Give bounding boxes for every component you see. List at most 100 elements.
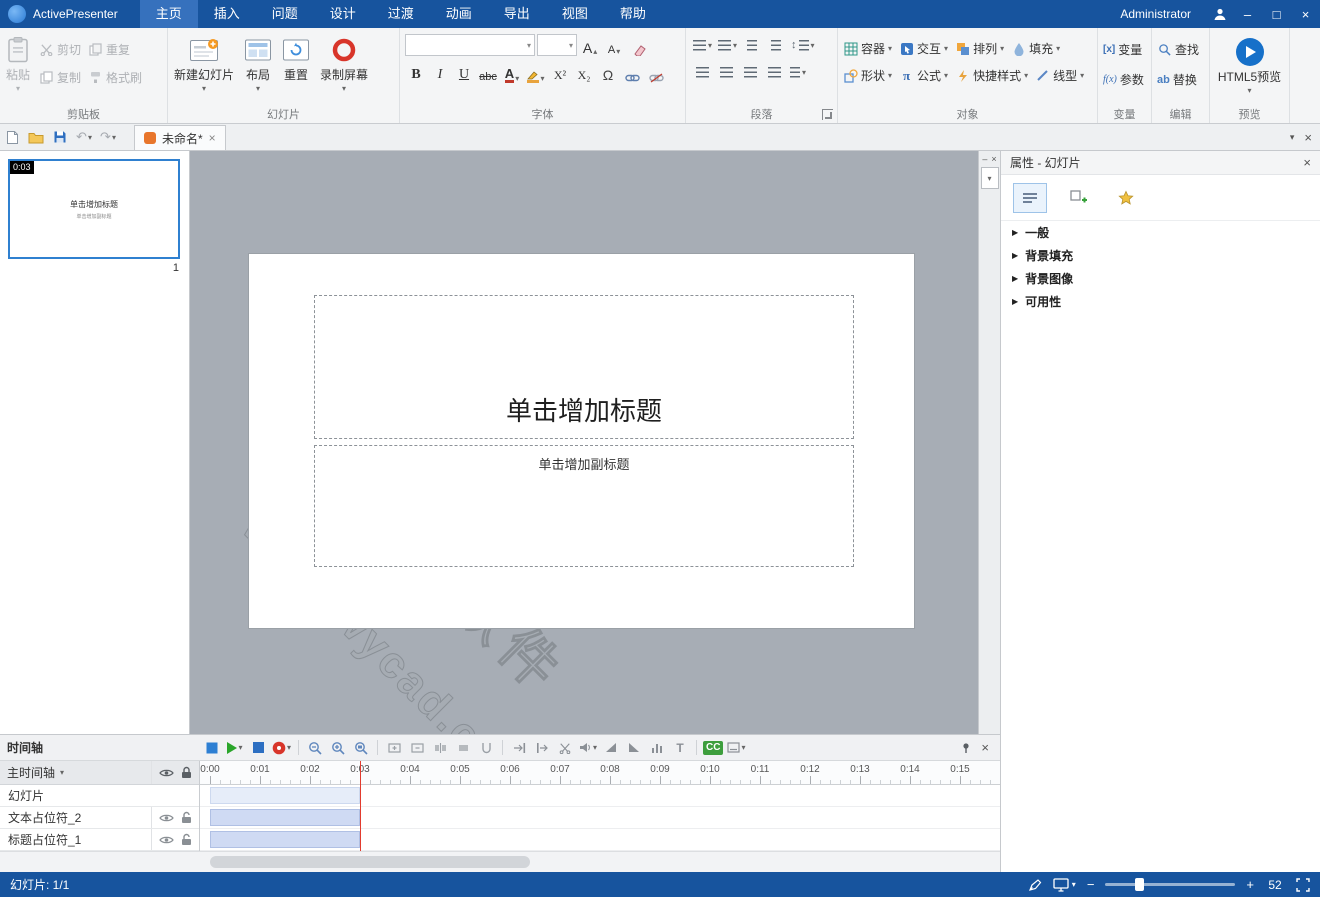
slide-editing-area[interactable]: 单击增加标题 单击增加副标题 [248,253,915,629]
interaction-button[interactable]: 交互▾ [896,37,951,60]
transition-in-button[interactable] [509,737,529,759]
save-button[interactable] [48,124,72,150]
canvas-scroll-dropdown[interactable]: ▾ [981,167,999,189]
document-tab[interactable]: 未命名* × [134,125,226,150]
props-tab-style-button[interactable] [1013,183,1047,213]
zoom-out-icon[interactable]: − [1087,877,1095,892]
container-button[interactable]: 容器▾ [840,37,895,60]
unlock-icon[interactable] [181,833,192,846]
tab-export[interactable]: 导出 [488,0,546,28]
timeline-close-icon[interactable]: × [981,740,989,755]
account-icon[interactable] [1207,0,1233,28]
undo-button[interactable]: ↶ ▾ [72,124,96,150]
arrange-button[interactable]: 排列▾ [952,37,1007,60]
text-placeholder-bar[interactable] [210,809,360,826]
text-caption-button[interactable]: T [670,737,690,759]
reset-button[interactable]: 重置 [278,33,314,95]
zoom-in-icon[interactable]: + [1246,877,1254,892]
tab-questions[interactable]: 问题 [256,0,314,28]
slide-thumbnail[interactable]: 0:03 单击增加标题 单击增加副标题 [8,159,180,259]
align-justify-button[interactable] [763,61,785,83]
hyperlink-button[interactable] [621,61,643,83]
layout-button[interactable]: 布局 ▾ [240,33,276,95]
prop-section-general[interactable]: ▶ 一般 [1001,221,1320,244]
font-name-input[interactable] [406,36,524,54]
track-header-title-placeholder[interactable]: 标题占位符_1 [0,829,199,851]
master-timeline-row[interactable]: 主时间轴 ▾ [0,761,199,785]
find-button[interactable]: 查找 [1154,38,1207,61]
fade-in-button[interactable] [601,737,621,759]
timeline-pin-icon[interactable] [960,742,972,754]
join-button[interactable] [453,737,473,759]
insert-event-button[interactable]: ▾ [271,737,292,759]
props-tab-interactivity-button[interactable] [1109,183,1143,213]
bullet-list-button[interactable]: ▾ [691,34,714,56]
paste-button[interactable]: 粘贴 ▾ [2,33,34,95]
numbered-list-button[interactable]: ▾ [716,34,739,56]
caption-options-button[interactable]: ▾ [726,737,746,759]
clear-formatting-button[interactable] [627,34,649,56]
delete-time-button[interactable] [407,737,427,759]
tab-transitions[interactable]: 过渡 [372,0,430,28]
title-placeholder-bar[interactable] [210,831,360,848]
play-button[interactable]: ▾ [225,737,245,759]
eye-icon[interactable] [159,835,174,845]
remove-hyperlink-button[interactable] [645,61,667,83]
zoom-slider[interactable] [1105,883,1235,886]
track-header-slide[interactable]: 幻灯片 [0,785,199,807]
duplicate-button[interactable]: 重复 [86,38,133,61]
fit-to-window-icon[interactable] [1296,878,1310,892]
preview-monitor-icon[interactable]: ▾ [1053,878,1076,892]
replace-button[interactable]: ab 替换 [1154,68,1207,91]
zoom-out-button[interactable] [305,737,325,759]
redo-button[interactable]: ↷ ▾ [96,124,120,150]
tab-home[interactable]: 主页 [140,0,198,28]
parameters-button[interactable]: f(x) 参数 [1100,68,1149,91]
stop-button[interactable] [248,737,268,759]
font-name-select[interactable]: ▾ [405,34,535,56]
pane-minimize-icon[interactable]: – [982,154,987,164]
pane-close-icon[interactable]: × [991,154,996,164]
quick-style-button[interactable]: 快捷样式▾ [952,64,1031,87]
grow-font-button[interactable]: A▴ [579,34,601,56]
fade-out-button[interactable] [624,737,644,759]
snap-button[interactable] [476,737,496,759]
timeline-ruler[interactable]: 0:000:010:020:030:040:050:060:070:080:09… [200,761,1000,785]
underline-button[interactable]: U [453,61,475,83]
text-direction-button[interactable]: ▾ [787,61,809,83]
zoom-slider-thumb[interactable] [1135,878,1144,891]
symbol-button[interactable]: Ω [597,61,619,83]
eye-icon[interactable] [159,813,174,823]
track-header-text-placeholder[interactable]: 文本占位符_2 [0,807,199,829]
prop-section-background-fill[interactable]: ▶ 背景填充 [1001,244,1320,267]
tab-insert[interactable]: 插入 [198,0,256,28]
lane-text-placeholder[interactable] [200,807,1000,829]
panel-options-icon[interactable]: ▾ [1290,132,1295,143]
subtitle-placeholder[interactable]: 单击增加副标题 [314,445,854,567]
playhead[interactable] [360,761,361,851]
shrink-font-button[interactable]: A▾ [603,34,625,56]
properties-close-icon[interactable]: × [1303,155,1311,170]
variables-button[interactable]: [x] 变量 [1100,38,1149,61]
minimize-button[interactable]: – [1233,0,1262,28]
prop-section-availability[interactable]: ▶ 可用性 [1001,290,1320,313]
align-center-button[interactable] [715,61,737,83]
text-highlight-button[interactable]: ▾ [525,61,547,83]
decrease-indent-button[interactable] [741,34,763,56]
italic-button[interactable]: I [429,61,451,83]
timeline-h-scrollbar[interactable] [0,851,1000,872]
lane-title-placeholder[interactable] [200,829,1000,851]
transition-out-button[interactable] [532,737,552,759]
cut-button[interactable]: 剪切 [37,38,84,61]
copy-button[interactable]: 复制 [37,66,84,89]
font-size-input[interactable] [538,36,566,54]
prop-section-background-image[interactable]: ▶ 背景图像 [1001,267,1320,290]
volume-button[interactable]: ▾ [578,737,598,759]
cut-range-button[interactable] [555,737,575,759]
format-painter-button[interactable]: 格式刷 [86,66,145,89]
align-left-button[interactable] [691,61,713,83]
subscript-button[interactable]: X₂ [573,61,595,83]
panel-close-icon[interactable]: × [1304,130,1312,145]
tab-help[interactable]: 帮助 [604,0,662,28]
increase-indent-button[interactable] [765,34,787,56]
